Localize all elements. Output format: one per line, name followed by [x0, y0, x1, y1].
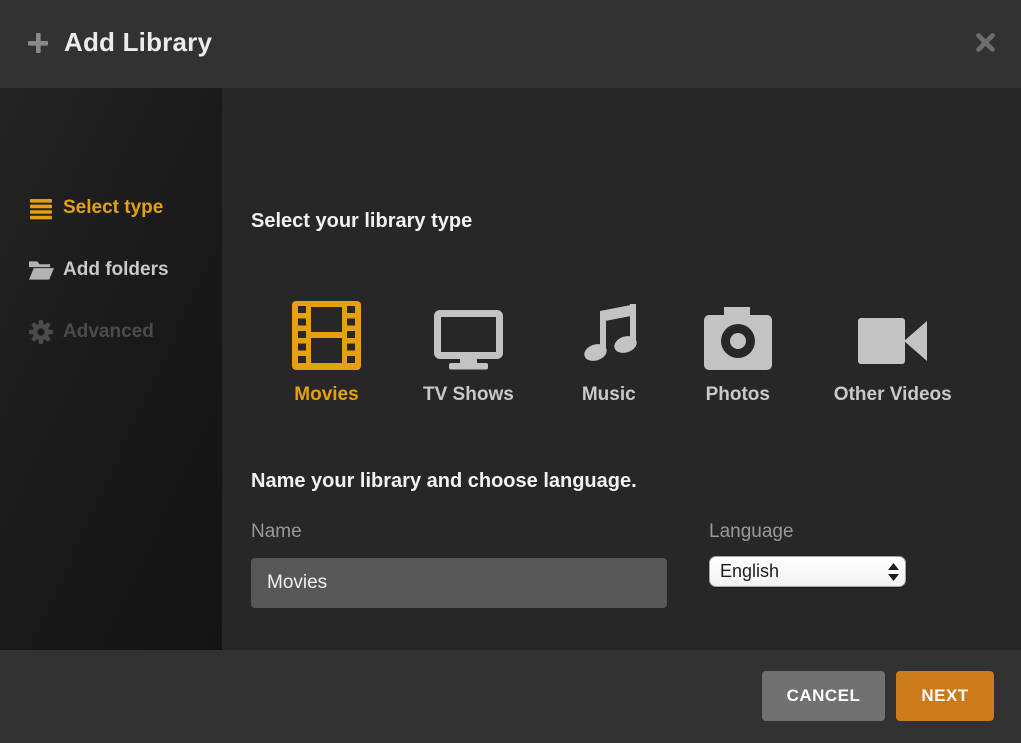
- folder-open-icon: [28, 257, 54, 283]
- film-icon: [292, 300, 361, 370]
- library-type-label: TV Shows: [423, 384, 514, 406]
- dialog-title: Add Library: [64, 27, 212, 58]
- video-camera-icon: [858, 300, 927, 370]
- gear-icon: [28, 319, 54, 345]
- sidebar-item-label: Advanced: [63, 321, 154, 343]
- library-type-tv-shows[interactable]: TV Shows: [423, 300, 514, 406]
- plus-icon: [27, 32, 49, 54]
- library-type-label: Other Videos: [834, 384, 952, 406]
- library-type-label: Movies: [294, 384, 358, 406]
- wizard-steps-sidebar: Select type Add folders: [0, 88, 222, 650]
- sidebar-item-label: Select type: [63, 197, 163, 219]
- type-section-title: Select your library type: [251, 210, 472, 233]
- library-type-label: Photos: [706, 384, 770, 406]
- library-type-label: Music: [582, 384, 636, 406]
- name-field-label: Name: [251, 521, 302, 543]
- list-icon: [28, 195, 54, 221]
- library-type-other-videos[interactable]: Other Videos: [834, 300, 952, 406]
- add-library-dialog: Add Library: [0, 0, 1021, 743]
- language-select[interactable]: English: [709, 556, 906, 587]
- dialog-footer: CANCEL NEXT: [0, 650, 1021, 743]
- language-select-value: English: [710, 561, 881, 582]
- dialog-body: Select your library type: [222, 88, 1021, 650]
- camera-icon: [704, 300, 772, 370]
- select-stepper-icon: [881, 563, 905, 581]
- library-type-movies[interactable]: Movies: [292, 300, 361, 406]
- sidebar-item-advanced: Advanced: [28, 318, 154, 346]
- language-field-label: Language: [709, 521, 794, 543]
- library-type-music[interactable]: Music: [576, 300, 642, 406]
- next-button[interactable]: NEXT: [896, 671, 994, 721]
- tv-icon: [434, 300, 503, 370]
- library-type-photos[interactable]: Photos: [704, 300, 772, 406]
- library-type-list: Movies TV Shows: [292, 300, 952, 406]
- close-icon[interactable]: [971, 28, 999, 56]
- library-name-input[interactable]: [251, 558, 667, 608]
- sidebar-item-add-folders[interactable]: Add folders: [28, 256, 169, 284]
- sidebar-item-select-type[interactable]: Select type: [28, 194, 163, 222]
- name-section-title: Name your library and choose language.: [251, 470, 637, 493]
- dialog-header: Add Library: [0, 0, 1021, 88]
- cancel-button[interactable]: CANCEL: [762, 671, 885, 721]
- music-note-icon: [576, 300, 642, 370]
- sidebar-item-label: Add folders: [63, 259, 169, 281]
